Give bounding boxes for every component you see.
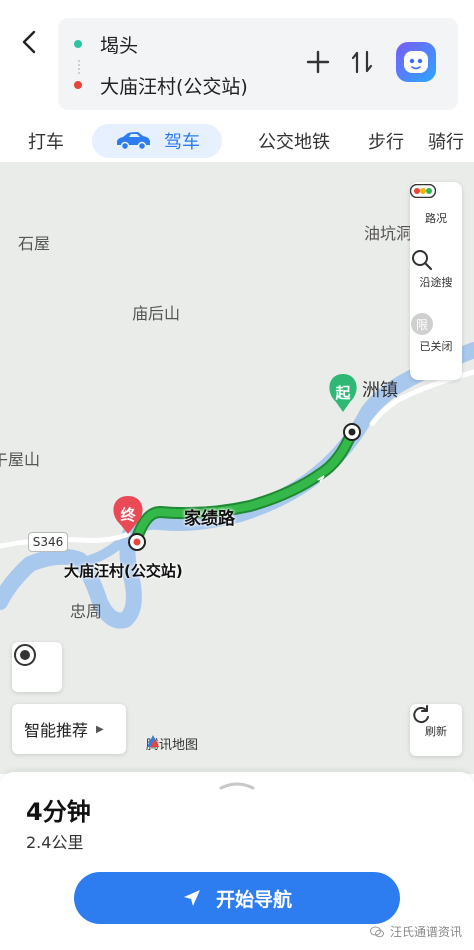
end-point-label: 大庙汪村(公交站) bbox=[100, 75, 248, 98]
smart-recommend-button[interactable]: 智能推荐 ▶ bbox=[12, 704, 126, 754]
start-navigation-button[interactable]: 开始导航 bbox=[74, 872, 400, 924]
town-label: 洲镇 bbox=[362, 380, 398, 401]
tab-walk[interactable]: 步行 bbox=[356, 124, 416, 158]
assistant-button[interactable] bbox=[396, 42, 436, 82]
wechat-icon bbox=[370, 926, 384, 937]
map-tools-panel: 路况 沿途搜 限 已关闭 bbox=[410, 182, 462, 380]
swap-icon bbox=[351, 50, 373, 74]
back-button[interactable] bbox=[12, 24, 48, 60]
car-icon bbox=[117, 132, 150, 151]
start-navigation-label: 开始导航 bbox=[215, 888, 292, 911]
tab-drive[interactable]: 驾车 bbox=[92, 124, 222, 158]
search-along-button[interactable]: 沿途搜 bbox=[410, 248, 462, 312]
restriction-icon: 限 bbox=[411, 313, 433, 335]
map-canvas: 起 终 bbox=[0, 342, 474, 629]
assistant-face-icon bbox=[404, 51, 428, 73]
end-point-field[interactable]: 大庙汪村(公交站) bbox=[58, 70, 248, 100]
restriction-label: 已关闭 bbox=[419, 340, 453, 353]
place-label: 油坑洞 bbox=[364, 224, 413, 243]
restriction-icon-text: 限 bbox=[416, 318, 428, 332]
place-label: 石屋 bbox=[18, 234, 51, 253]
refresh-button[interactable]: 刷新 bbox=[410, 704, 462, 756]
start-dot-icon bbox=[74, 40, 82, 48]
map-view[interactable]: 起 终 石屋 油坑洞 庙后山 洲镇 午屋山 忠周 家绩路 S346 大庙汪村(公… bbox=[0, 162, 474, 774]
restriction-toggle[interactable]: 限 已关闭 bbox=[410, 312, 462, 376]
transport-mode-tabs: 打车 驾车 公交地铁 步行 骑行 bbox=[0, 118, 474, 162]
chevron-left-icon bbox=[22, 30, 36, 54]
smart-recommend-label: 智能推荐 bbox=[24, 721, 89, 740]
tab-transit[interactable]: 公交地铁 bbox=[246, 124, 342, 158]
locate-button[interactable] bbox=[12, 642, 62, 692]
end-dot-icon bbox=[74, 81, 82, 89]
swap-route-button[interactable] bbox=[348, 48, 376, 76]
end-marker-text: 终 bbox=[120, 506, 136, 524]
search-along-label: 沿途搜 bbox=[419, 276, 453, 289]
start-marker[interactable]: 起 bbox=[329, 374, 361, 441]
navigation-arrow-icon bbox=[183, 890, 200, 906]
tab-cycle[interactable]: 骑行 bbox=[428, 124, 474, 158]
route-header: 堨头 大庙汪村(公交站) bbox=[0, 0, 474, 118]
traffic-icon bbox=[410, 184, 436, 198]
watermark: 汪氏通谱资讯 bbox=[370, 923, 462, 940]
map-logo: 腾讯地图 bbox=[146, 734, 198, 753]
road-name-label: 家绩路 bbox=[184, 509, 235, 529]
triangle-right-icon: ▶ bbox=[96, 723, 104, 735]
tencent-map-logo-icon bbox=[147, 735, 159, 747]
add-waypoint-button[interactable] bbox=[304, 48, 332, 76]
route-duration: 4分钟 bbox=[26, 798, 91, 826]
locate-icon bbox=[14, 644, 36, 666]
route-card: 堨头 大庙汪村(公交站) bbox=[58, 18, 458, 110]
route-summary-panel: 4分钟 2.4公里 开始导航 汪氏通谱资讯 bbox=[0, 772, 474, 950]
place-label: 午屋山 bbox=[0, 450, 41, 469]
plus-icon bbox=[306, 50, 330, 74]
tab-taxi[interactable]: 打车 bbox=[14, 124, 78, 158]
road-badge: S346 bbox=[28, 532, 68, 552]
start-point-label: 堨头 bbox=[100, 34, 139, 57]
destination-stop-label: 大庙汪村(公交站) bbox=[64, 562, 183, 580]
route-distance: 2.4公里 bbox=[26, 833, 84, 852]
start-point-field[interactable]: 堨头 bbox=[58, 29, 138, 59]
traffic-label: 路况 bbox=[425, 212, 447, 225]
refresh-icon bbox=[413, 705, 429, 724]
traffic-toggle[interactable]: 路况 bbox=[410, 184, 462, 248]
watermark-text: 汪氏通谱资讯 bbox=[390, 925, 463, 939]
drag-handle-icon[interactable] bbox=[219, 780, 255, 790]
start-marker-text: 起 bbox=[334, 384, 351, 402]
place-label: 庙后山 bbox=[132, 304, 181, 323]
search-icon bbox=[412, 250, 433, 271]
place-label: 忠周 bbox=[70, 602, 103, 621]
